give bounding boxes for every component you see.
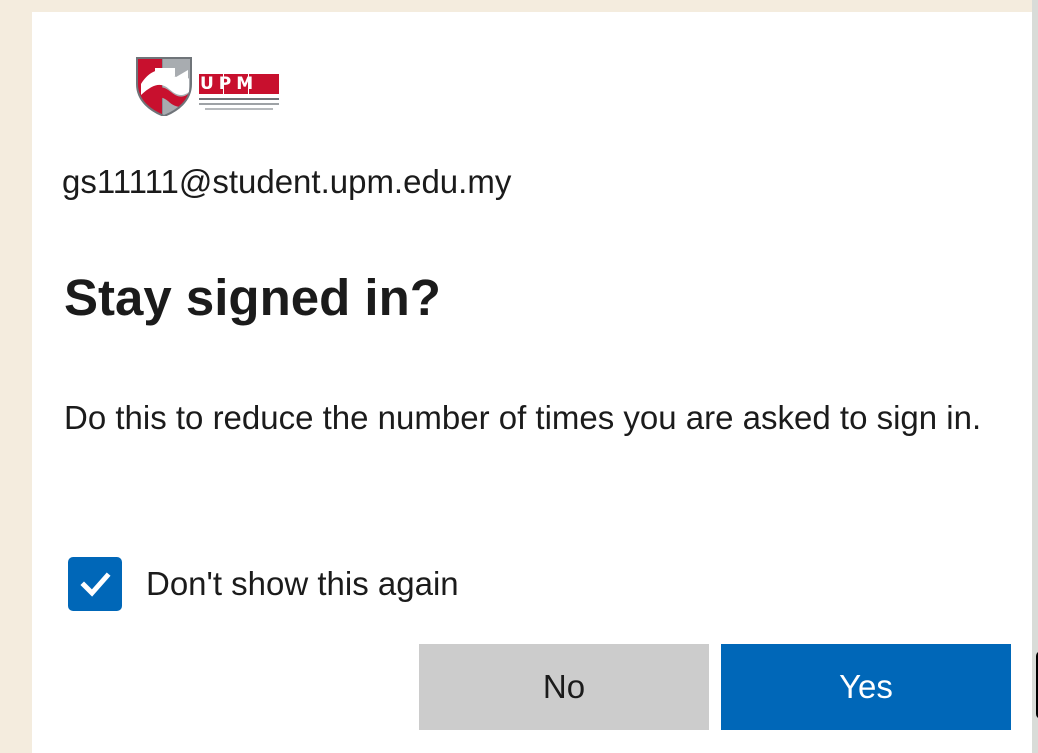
signin-card: UPM gs11111@student.upm.edu.my Stay sign… [32,12,1032,753]
upm-logo-text: UPM [200,74,258,94]
checkmark-icon [80,572,111,597]
page: UPM gs11111@student.upm.edu.my Stay sign… [0,0,1038,753]
upm-logo: UPM [133,50,285,118]
dont-show-again-checkbox[interactable] [68,557,122,611]
yes-button[interactable]: Yes [721,644,1011,730]
upm-logo-icon: UPM [136,57,279,118]
window-edge [1032,0,1038,753]
dialog-description: Do this to reduce the number of times yo… [64,399,982,436]
dont-show-again-row[interactable]: Don't show this again [68,556,459,612]
page-title: Stay signed in? [64,269,441,326]
no-button[interactable]: No [419,644,709,730]
dont-show-again-label[interactable]: Don't show this again [146,565,459,603]
account-email: gs11111@student.upm.edu.my [62,163,512,200]
